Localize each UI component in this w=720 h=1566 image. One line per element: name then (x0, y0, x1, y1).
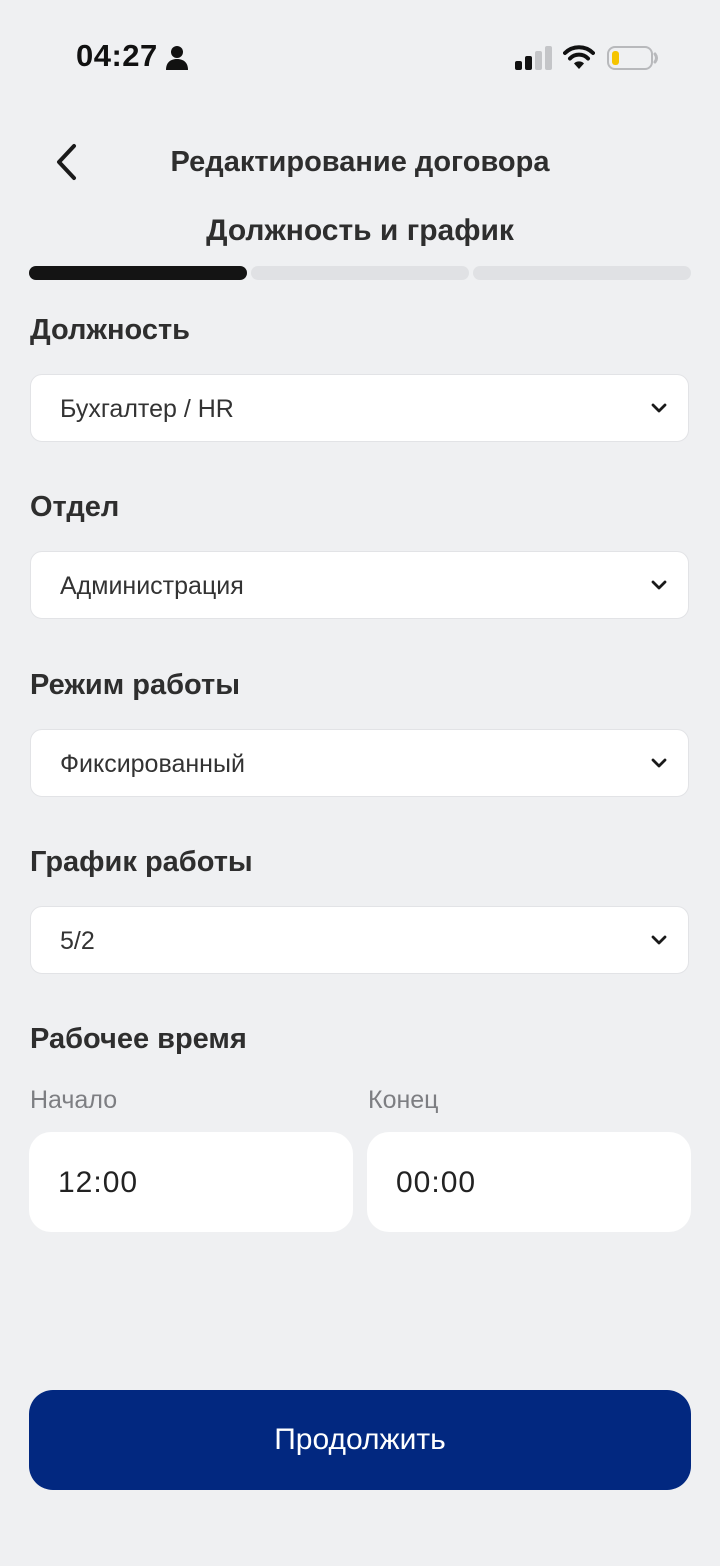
continue-button[interactable]: Продолжить (29, 1390, 691, 1490)
end-time-label: Конец (368, 1086, 439, 1114)
end-time-input[interactable]: 00:00 (367, 1132, 691, 1232)
status-time: 04:27 (76, 38, 158, 73)
position-select[interactable]: Бухгалтер / HR (30, 374, 689, 442)
start-time-value: 12:00 (58, 1166, 139, 1199)
position-label: Должность (30, 314, 190, 346)
work-mode-select[interactable]: Фиксированный (30, 729, 689, 797)
end-time-value: 00:00 (396, 1166, 477, 1199)
wifi-icon (563, 45, 595, 69)
chevron-down-icon (651, 935, 667, 945)
start-time-label: Начало (30, 1086, 118, 1114)
page-title: Редактирование договора (170, 146, 550, 178)
schedule-value: 5/2 (60, 927, 95, 955)
cellular-signal-icon (515, 46, 552, 70)
work-mode-label: Режим работы (30, 669, 240, 701)
progress-segment-3 (473, 266, 691, 280)
progress-segment-2 (251, 266, 469, 280)
step-title: Должность и график (206, 214, 514, 247)
person-icon (166, 46, 188, 70)
department-select[interactable]: Администрация (30, 551, 689, 619)
start-time-input[interactable]: 12:00 (29, 1132, 353, 1232)
progress-segment-1 (29, 266, 247, 280)
schedule-label: График работы (30, 846, 253, 878)
chevron-down-icon (651, 758, 667, 768)
schedule-select[interactable]: 5/2 (30, 906, 689, 974)
chevron-down-icon (651, 403, 667, 413)
work-time-label: Рабочее время (30, 1023, 247, 1055)
work-mode-value: Фиксированный (60, 750, 245, 778)
department-label: Отдел (30, 491, 120, 523)
battery-icon (607, 46, 658, 70)
chevron-down-icon (651, 580, 667, 590)
department-value: Администрация (60, 572, 244, 600)
position-value: Бухгалтер / HR (60, 395, 234, 423)
